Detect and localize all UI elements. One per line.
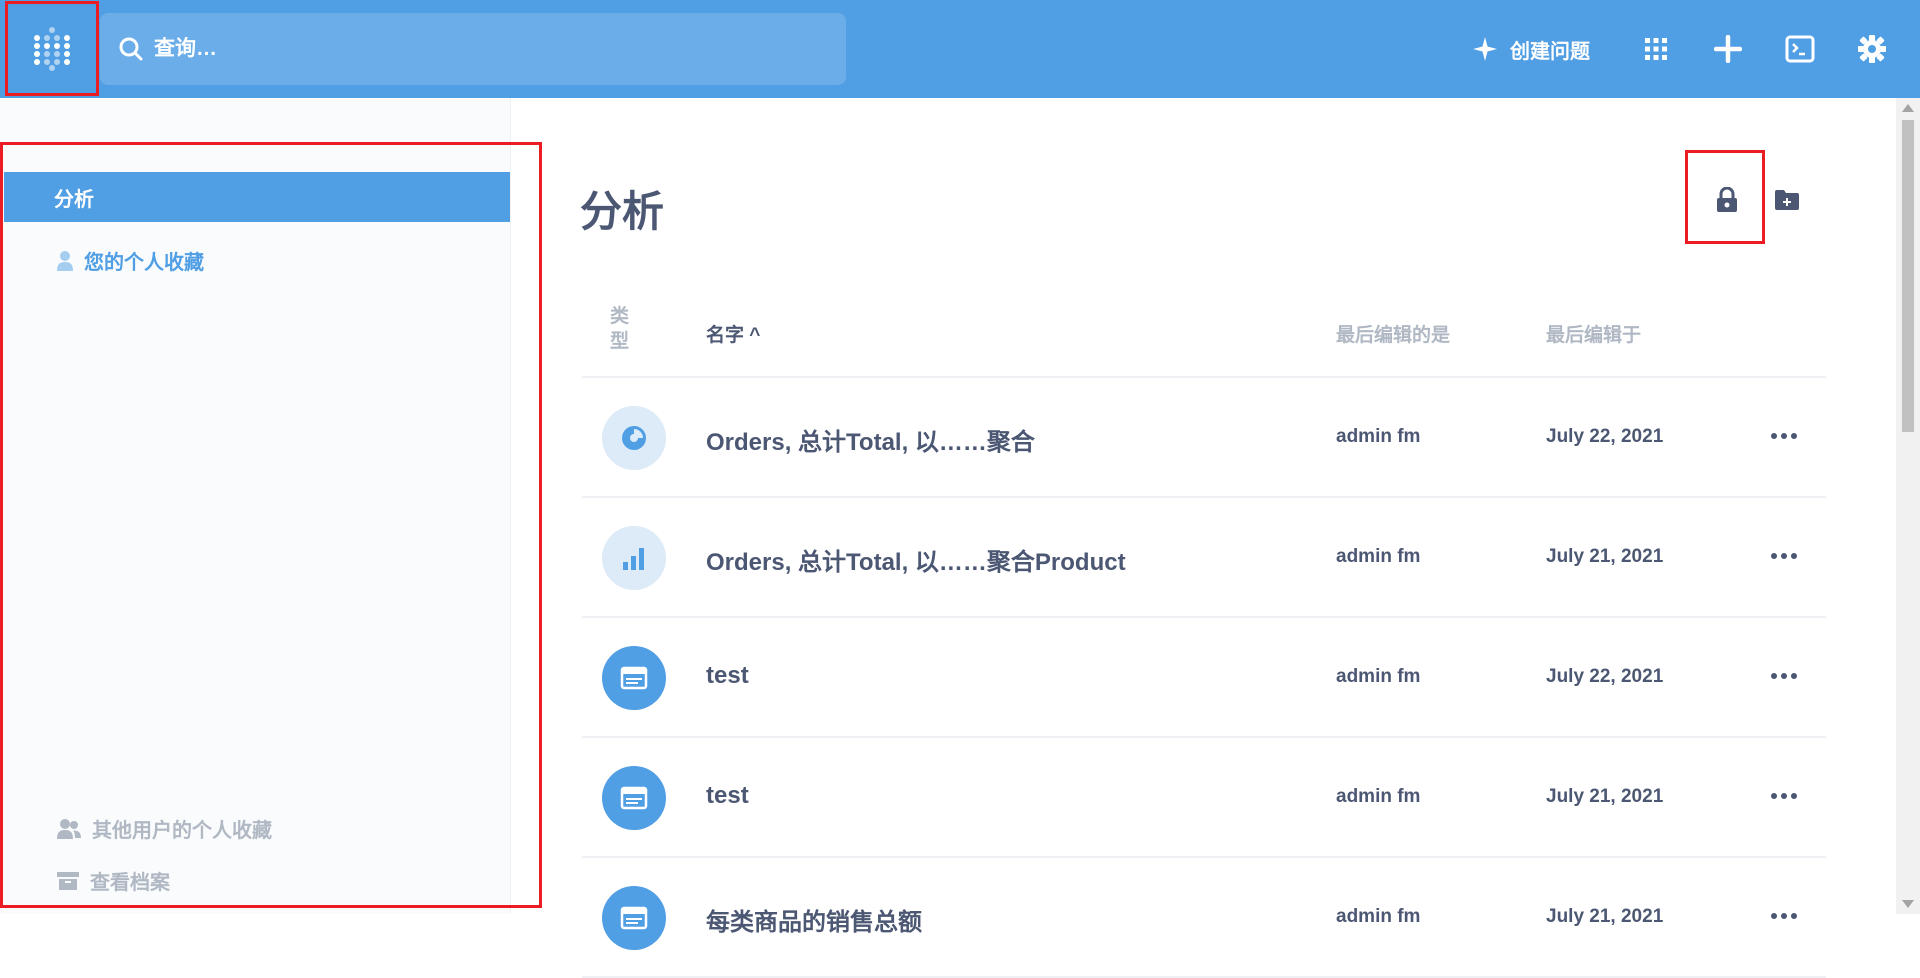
sidebar-item-personal-collection[interactable]: 您的个人收藏 bbox=[56, 246, 204, 275]
sidebar-item-label: 查看档案 bbox=[90, 872, 170, 894]
create-question-label: 创建问题 bbox=[1510, 40, 1590, 63]
gear-icon[interactable] bbox=[1854, 31, 1890, 67]
new-collection-icon[interactable] bbox=[1772, 186, 1802, 214]
pie-chart-icon bbox=[602, 406, 666, 470]
item-name[interactable]: Orders, 总计Total, 以……聚合Product bbox=[706, 542, 1126, 577]
person-icon bbox=[57, 250, 73, 271]
column-header-name-label: 名字 bbox=[706, 325, 745, 346]
search-input[interactable] bbox=[154, 37, 754, 61]
table-row[interactable]: 每类商品的销售总额 admin fm July 21, 2021 bbox=[582, 858, 1826, 978]
navbar-actions: 创建问题 bbox=[1472, 0, 1920, 98]
column-header-type[interactable]: 类型 bbox=[610, 304, 634, 354]
table-icon bbox=[602, 766, 666, 830]
item-last-editor: admin fm bbox=[1336, 666, 1421, 687]
lock-icon[interactable] bbox=[1713, 186, 1741, 214]
item-name[interactable]: Orders, 总计Total, 以……聚合 bbox=[706, 422, 1035, 457]
vertical-scrollbar[interactable] bbox=[1896, 98, 1920, 914]
table-row[interactable]: Orders, 总计Total, 以……聚合Product admin fm J… bbox=[582, 498, 1826, 618]
more-options-icon[interactable] bbox=[1766, 544, 1802, 568]
sidebar-item-label: 分析 bbox=[54, 188, 94, 211]
search-bar[interactable] bbox=[100, 13, 846, 85]
table-icon bbox=[602, 646, 666, 710]
scroll-down-arrow-icon[interactable] bbox=[1902, 900, 1914, 908]
more-options-icon[interactable] bbox=[1766, 424, 1802, 448]
item-last-edited: July 21, 2021 bbox=[1546, 786, 1664, 807]
item-last-edited: July 22, 2021 bbox=[1546, 666, 1664, 687]
sparkle-icon bbox=[1473, 37, 1497, 61]
page-title: 分析 bbox=[580, 188, 665, 235]
scroll-up-arrow-icon[interactable] bbox=[1902, 104, 1914, 112]
more-options-icon[interactable] bbox=[1766, 904, 1802, 928]
scrollbar-thumb[interactable] bbox=[1902, 120, 1914, 432]
item-last-editor: admin fm bbox=[1336, 426, 1421, 447]
item-name[interactable]: test bbox=[706, 782, 749, 810]
item-last-editor: admin fm bbox=[1336, 786, 1421, 807]
more-options-icon[interactable] bbox=[1766, 664, 1802, 688]
people-icon bbox=[57, 818, 81, 839]
item-name[interactable]: test bbox=[706, 662, 749, 690]
collection-sidebar: 分析 您的个人收藏 其他用户的个人收藏 查看档案 bbox=[0, 98, 511, 914]
item-last-editor: admin fm bbox=[1336, 906, 1421, 927]
metabase-logo-icon[interactable] bbox=[8, 3, 96, 93]
sidebar-item-label: 您的个人收藏 bbox=[84, 252, 204, 274]
items-table: 类型 名字 ^ 最后编辑的是 最后编辑于 Orders, 总计Total, 以…… bbox=[582, 294, 1826, 978]
grid-icon[interactable] bbox=[1638, 31, 1674, 67]
table-row[interactable]: test admin fm July 21, 2021 bbox=[582, 738, 1826, 858]
sidebar-item-other-users-collections[interactable]: 其他用户的个人收藏 bbox=[56, 814, 272, 843]
item-last-edited: July 22, 2021 bbox=[1546, 426, 1664, 447]
bar-chart-icon bbox=[602, 526, 666, 590]
item-last-edited: July 21, 2021 bbox=[1546, 546, 1664, 567]
column-header-last-edited[interactable]: 最后编辑于 bbox=[1546, 320, 1641, 347]
table-icon bbox=[602, 886, 666, 950]
plus-icon[interactable] bbox=[1710, 31, 1746, 67]
table-header: 类型 名字 ^ 最后编辑的是 最后编辑于 bbox=[582, 294, 1826, 378]
create-question-button[interactable]: 创建问题 bbox=[1472, 35, 1590, 64]
item-last-edited: July 21, 2021 bbox=[1546, 906, 1664, 927]
sidebar-item-label: 其他用户的个人收藏 bbox=[92, 820, 272, 842]
archive-icon bbox=[57, 871, 79, 890]
terminal-icon[interactable] bbox=[1782, 31, 1818, 67]
sidebar-item-view-archive[interactable]: 查看档案 bbox=[56, 866, 170, 895]
column-header-last-editor[interactable]: 最后编辑的是 bbox=[1336, 320, 1450, 347]
top-navbar: 创建问题 bbox=[0, 0, 1920, 98]
more-options-icon[interactable] bbox=[1766, 784, 1802, 808]
column-header-name[interactable]: 名字 ^ bbox=[706, 320, 760, 347]
sidebar-item-analytics[interactable]: 分析 bbox=[4, 172, 510, 222]
collection-main: 分析 类型 名字 ^ 最后编辑的是 最后编辑于 Orders, 总计Total,… bbox=[512, 98, 1896, 978]
table-row[interactable]: test admin fm July 22, 2021 bbox=[582, 618, 1826, 738]
item-last-editor: admin fm bbox=[1336, 546, 1421, 567]
search-icon bbox=[119, 37, 143, 61]
item-name[interactable]: 每类商品的销售总额 bbox=[706, 902, 922, 937]
table-row[interactable]: Orders, 总计Total, 以……聚合 admin fm July 22,… bbox=[582, 378, 1826, 498]
sort-caret-icon: ^ bbox=[749, 325, 761, 346]
